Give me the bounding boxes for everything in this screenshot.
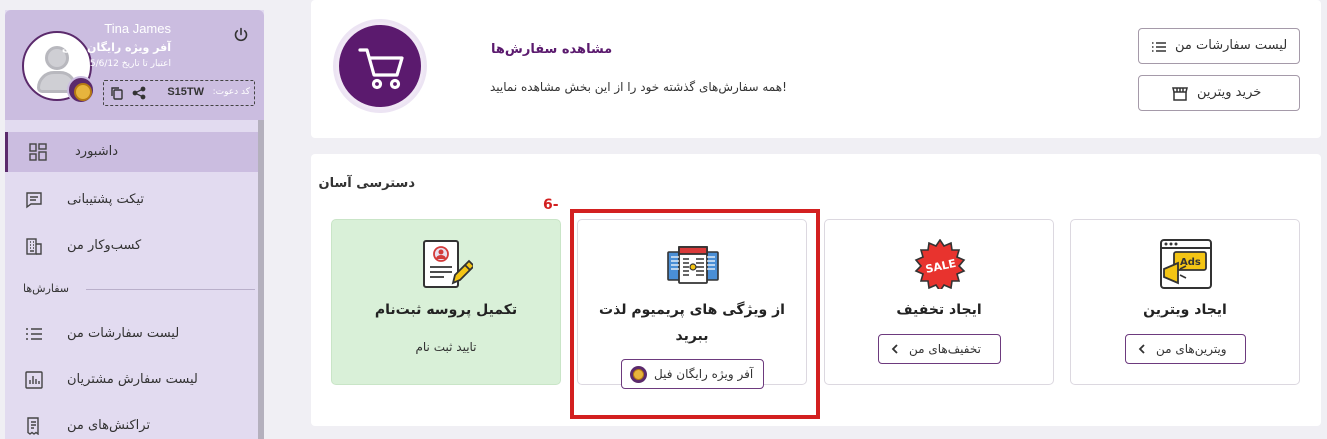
easy-access-title: دسترسی آسان	[318, 176, 415, 191]
profile-name: Tina James	[104, 21, 171, 36]
dashboard-icon	[29, 143, 47, 161]
sidebar: Tina James آفر ویژه رایگان فیل اعتبار تا…	[5, 10, 264, 439]
sidebar-item-transactions[interactable]: تراکنش‌های من	[5, 406, 258, 439]
plan-badge-icon	[67, 76, 95, 104]
svg-text:Ads: Ads	[1180, 257, 1201, 268]
tile-create-showcase[interactable]: Ads ایجاد ویترین ویترین‌های من	[1070, 219, 1300, 385]
sidebar-item-label: تیکت پشتیبانی	[67, 192, 145, 207]
sidebar-item-dashboard[interactable]: داشبورد	[5, 132, 258, 172]
buy-showcase-button[interactable]: خرید ویترین	[1138, 75, 1300, 111]
list-icon	[1152, 42, 1166, 52]
chevron-left-icon	[1138, 344, 1145, 354]
sidebar-item-my-orders[interactable]: لیست سفارشات من	[5, 314, 258, 354]
chart-icon	[25, 371, 43, 389]
invite-code-box: :کد دعوت S15TW	[103, 80, 255, 106]
orders-subtitle: همه سفارش‌های گذشته خود را از این بخش مش…	[490, 80, 787, 94]
tile-title: ایجاد ویترین	[1143, 302, 1227, 318]
sidebar-section-orders: سفارش‌ها	[23, 282, 255, 298]
ads-icon: Ads	[1160, 239, 1212, 289]
sidebar-item-label: داشبورد	[75, 144, 118, 159]
sidebar-item-business[interactable]: کسب‌وکار من	[5, 226, 258, 266]
cart-icon	[336, 22, 424, 110]
tile-create-discount[interactable]: SALE ایجاد تخفیف تخفیف‌های من	[824, 219, 1054, 385]
sidebar-item-customer-orders[interactable]: لیست سفارش مشتریان	[5, 360, 258, 400]
business-icon	[26, 238, 42, 255]
power-icon[interactable]	[233, 27, 249, 43]
profile-panel: Tina James آفر ویژه رایگان فیل اعتبار تا…	[5, 10, 264, 120]
tile-title: ایجاد تخفیف	[896, 302, 982, 318]
copy-icon[interactable]	[110, 86, 124, 100]
orders-title: مشاهده سفارش‌ها	[491, 42, 613, 57]
step-label: 6-	[543, 197, 559, 213]
my-orders-list-button[interactable]: لیست سفارشات من	[1138, 28, 1300, 64]
sale-icon: SALE	[914, 239, 966, 289]
tile-complete-registration[interactable]: تکمیل پروسه ثبت‌نام تایید ثبت نام	[331, 219, 561, 385]
ticket-icon	[26, 192, 42, 209]
sidebar-item-label: لیست سفارشات من	[67, 326, 180, 341]
sidebar-item-label: کسب‌وکار من	[67, 238, 142, 253]
tile-title: تکمیل پروسه ثبت‌نام	[374, 302, 518, 318]
sidebar-item-label: تراکنش‌های من	[67, 418, 151, 433]
my-discounts-button[interactable]: تخفیف‌های من	[878, 334, 1001, 364]
orders-card: مشاهده سفارش‌ها همه سفارش‌های گذشته خود …	[311, 0, 1321, 138]
share-icon[interactable]	[132, 86, 146, 100]
profile-expiry: اعتبار تا تاریخ 2025/6/12	[72, 59, 171, 69]
store-icon	[1172, 87, 1188, 101]
section-label: سفارش‌ها	[23, 282, 70, 295]
invite-code: S15TW	[167, 86, 204, 98]
profile-plan: آفر ویژه رایگان فیل	[61, 41, 171, 54]
highlight-frame	[570, 209, 820, 419]
chevron-left-icon	[891, 344, 898, 354]
registration-form-icon	[423, 240, 473, 288]
list-icon	[26, 328, 42, 340]
sidebar-item-ticket[interactable]: تیکت پشتیبانی	[5, 180, 258, 220]
receipt-icon	[27, 417, 39, 435]
my-showcases-button[interactable]: ویترین‌های من	[1125, 334, 1246, 364]
sidebar-item-label: لیست سفارش مشتریان	[67, 372, 198, 387]
invite-label: :کد دعوت	[212, 87, 250, 97]
confirm-registration-link[interactable]: تایید ثبت نام	[332, 340, 560, 354]
